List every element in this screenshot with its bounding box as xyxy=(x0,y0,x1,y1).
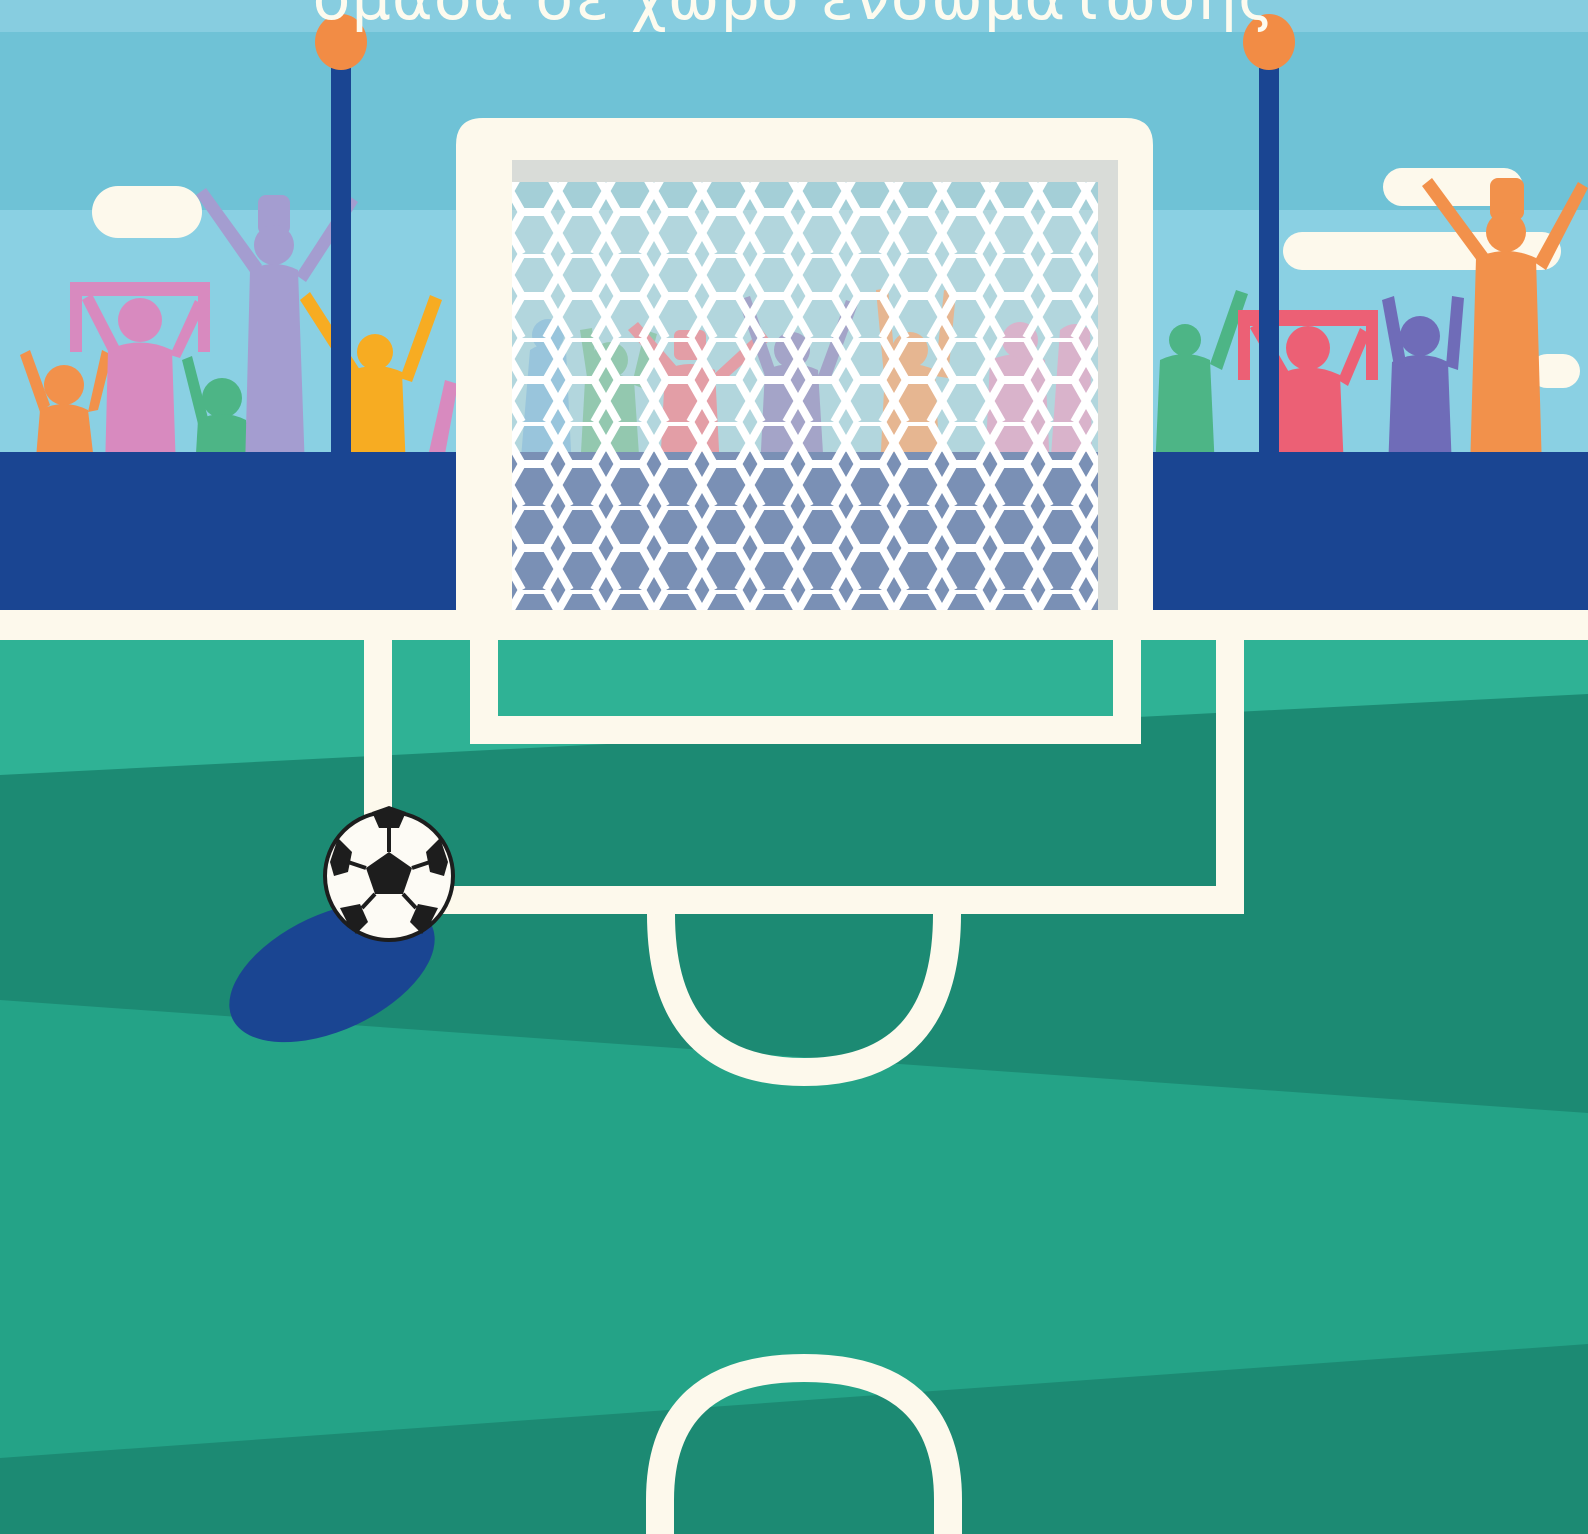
goal-line xyxy=(0,610,1588,640)
stadium-scene: ομάδα σε χώρο ενσωμάτωσης xyxy=(0,0,1588,1534)
goal-net xyxy=(512,160,1118,610)
stadium-illustration xyxy=(0,0,1588,1534)
